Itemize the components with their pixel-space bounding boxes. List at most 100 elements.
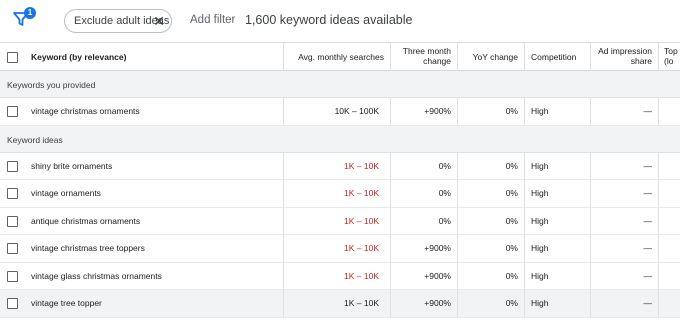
yoy-cell: 0%	[505, 188, 518, 198]
keyword-cell: vintage ornaments	[31, 188, 101, 198]
row-checkbox[interactable]	[7, 106, 18, 117]
table-row[interactable]: vintage tree topper 1K – 10K +900% 0% Hi…	[0, 290, 680, 318]
ad-share-cell: —	[643, 188, 653, 198]
ad-share-cell: —	[643, 298, 653, 308]
keyword-ideas-table: Keyword (by relevance) Avg. monthly sear…	[0, 42, 680, 318]
column-header-competition: Competition	[531, 52, 577, 62]
ad-impression-line-1: Ad impression	[598, 46, 652, 56]
searches-cell-border: 1K – 10K	[283, 262, 390, 289]
searches-cell: 1K – 10K	[344, 188, 379, 198]
table-header: Keyword (by relevance) Avg. monthly sear…	[0, 42, 680, 71]
table-row[interactable]: shiny brite ornaments 1K – 10K 0% 0% Hig…	[0, 152, 680, 180]
column-header-keyword[interactable]: Keyword (by relevance)	[31, 52, 126, 62]
yoy-cell: 0%	[505, 270, 518, 281]
competition-cell: High	[531, 215, 549, 226]
yoy-cell-border: 0%	[457, 235, 524, 262]
ad-share-cell: —	[643, 106, 653, 116]
three-month-cell: +900%	[424, 298, 451, 308]
competition-cell: High	[531, 106, 549, 116]
yoy-cell-border: 0%	[457, 98, 524, 125]
section-label: Keyword ideas	[7, 134, 63, 145]
competition-cell: High	[531, 298, 549, 308]
competition-cell: High	[531, 243, 549, 253]
three-month-cell-border: +900%	[390, 235, 457, 262]
three-month-cell: +900%	[424, 270, 451, 281]
searches-cell-border: 1K – 10K	[283, 152, 390, 179]
column-header-three-month-cell[interactable]: Three month change	[390, 43, 457, 70]
competition-cell: High	[531, 270, 549, 281]
three-month-cell: 0%	[438, 188, 451, 198]
competition-cell-border: High	[524, 290, 590, 317]
ad-share-cell-border: —	[590, 235, 658, 262]
row-checkbox[interactable]	[7, 215, 18, 227]
yoy-cell: 0%	[505, 160, 518, 171]
ad-share-cell: —	[643, 215, 653, 226]
searches-cell: 1K – 10K	[344, 215, 379, 226]
top-of-page-cell	[658, 180, 680, 207]
top-of-page-cell	[658, 152, 680, 179]
top-of-page-line-1: Top o	[664, 46, 680, 56]
column-header-avg-searches: Avg. monthly searches	[298, 52, 384, 62]
filter-bar: 1 Exclude adult ideas ✕ Add filter 1,600…	[0, 0, 680, 42]
yoy-cell-border: 0%	[457, 152, 524, 179]
three-month-cell: 0%	[438, 215, 451, 226]
table-row[interactable]: vintage christmas tree toppers 1K – 10K …	[0, 235, 680, 263]
column-header-avg-searches-cell[interactable]: Avg. monthly searches	[283, 43, 390, 70]
ad-share-cell-border: —	[590, 207, 658, 234]
keyword-cell: vintage christmas tree toppers	[31, 243, 145, 253]
competition-cell: High	[531, 188, 549, 198]
searches-cell-border: 1K – 10K	[283, 290, 390, 317]
three-month-cell-border: +900%	[390, 290, 457, 317]
top-of-page-cell	[658, 235, 680, 262]
ad-share-cell: —	[643, 160, 653, 171]
three-month-cell: 0%	[438, 160, 451, 171]
column-header-yoy-cell[interactable]: YoY change	[457, 43, 524, 70]
searches-cell-border: 1K – 10K	[283, 180, 390, 207]
three-month-line-2: change	[423, 56, 451, 66]
exclude-adult-ideas-chip[interactable]: Exclude adult ideas ✕	[64, 9, 172, 33]
competition-cell-border: High	[524, 152, 590, 179]
table-row[interactable]: vintage ornaments 1K – 10K 0% 0% High —	[0, 180, 680, 208]
column-header-top-of-page-cell[interactable]: Top o (lo	[658, 43, 680, 70]
ad-share-cell-border: —	[590, 98, 658, 125]
top-of-page-cell	[658, 290, 680, 317]
yoy-cell: 0%	[505, 243, 518, 253]
searches-cell-border: 10K – 100K	[283, 98, 390, 125]
keyword-cell: shiny brite ornaments	[31, 160, 113, 171]
row-checkbox[interactable]	[7, 243, 18, 254]
three-month-line-1: Three month	[402, 46, 451, 56]
column-header-top-of-page: Top o (lo	[664, 46, 680, 66]
competition-cell-border: High	[524, 207, 590, 234]
row-checkbox[interactable]	[7, 298, 18, 309]
column-header-ad-impression: Ad impression share	[598, 46, 652, 66]
filter-count-badge: 1	[24, 7, 36, 19]
add-filter-button[interactable]: Add filter	[190, 14, 235, 26]
select-all-checkbox[interactable]	[7, 52, 18, 63]
table-row[interactable]: antique christmas ornaments 1K – 10K 0% …	[0, 207, 680, 235]
row-checkbox[interactable]	[7, 160, 18, 172]
section-keyword-ideas: Keyword ideas	[0, 125, 680, 153]
ad-share-cell: —	[643, 243, 653, 253]
three-month-cell: +900%	[424, 243, 451, 253]
ad-share-cell-border: —	[590, 262, 658, 289]
yoy-cell-border: 0%	[457, 207, 524, 234]
three-month-cell-border: 0%	[390, 180, 457, 207]
ad-share-cell-border: —	[590, 180, 658, 207]
table-row[interactable]: vintage glass christmas ornaments 1K – 1…	[0, 262, 680, 290]
column-header-ad-impression-cell[interactable]: Ad impression share	[590, 43, 658, 70]
column-header-competition-cell[interactable]: Competition	[524, 43, 590, 70]
ad-impression-line-2: share	[630, 56, 652, 66]
searches-cell-border: 1K – 10K	[283, 207, 390, 234]
three-month-cell-border: 0%	[390, 152, 457, 179]
row-checkbox[interactable]	[7, 270, 18, 282]
three-month-cell-border: 0%	[390, 207, 457, 234]
table-row[interactable]: vintage christmas ornaments 10K – 100K +…	[0, 98, 680, 126]
top-of-page-cell	[658, 98, 680, 125]
keyword-cell: antique christmas ornaments	[31, 215, 141, 226]
row-checkbox[interactable]	[7, 188, 18, 199]
close-icon[interactable]: ✕	[153, 10, 165, 32]
searches-cell-border: 1K – 10K	[283, 235, 390, 262]
competition-cell-border: High	[524, 262, 590, 289]
top-of-page-cell	[658, 262, 680, 289]
searches-cell: 1K – 10K	[344, 243, 379, 253]
